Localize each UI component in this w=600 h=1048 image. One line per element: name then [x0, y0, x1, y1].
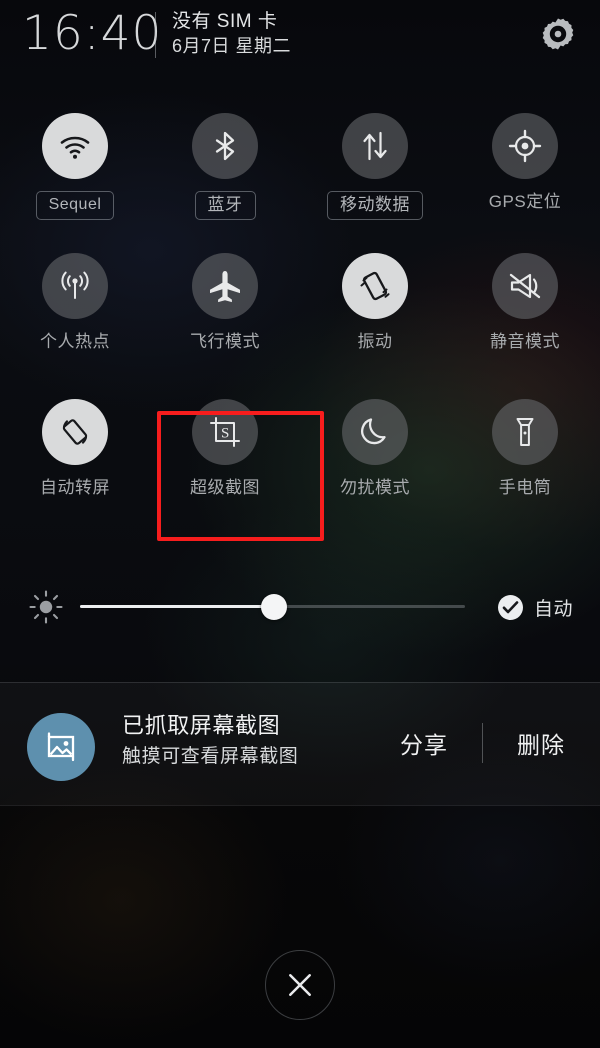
toggle-do-not-disturb[interactable]: 勿扰模式	[300, 396, 450, 536]
close-panel-button[interactable]	[265, 950, 335, 1020]
toggle-silent-circle[interactable]	[492, 253, 558, 319]
toggle-bluetooth-circle[interactable]	[192, 113, 258, 179]
flashlight-icon	[516, 418, 534, 446]
toggle-bluetooth[interactable]: 蓝牙	[150, 110, 300, 250]
sim-status: 没有 SIM 卡	[172, 11, 278, 32]
close-x-icon	[289, 974, 311, 996]
notification-action-divider	[482, 723, 483, 763]
toggle-silent-label: 静音模式	[490, 332, 560, 351]
toggle-flashlight-circle[interactable]	[492, 399, 558, 465]
toggle-hotspot[interactable]: 个人热点	[0, 250, 150, 396]
toggle-hotspot-label: 个人热点	[40, 332, 110, 351]
toggle-gps-label: GPS定位	[488, 192, 562, 211]
image-screenshot-icon	[47, 732, 75, 762]
toggle-airplane[interactable]: 飞行模式	[150, 250, 300, 396]
toggle-super-screenshot-label: 超级截图	[190, 478, 260, 497]
vibrate-icon	[360, 271, 390, 301]
toggle-mobile-data[interactable]: 移动数据	[300, 110, 450, 250]
airplane-icon	[210, 271, 240, 303]
bluetooth-icon	[215, 131, 235, 161]
toggle-row: 自动转屏 S 超级截图 勿扰模式 手电筒	[0, 396, 600, 536]
notification-subtitle: 触摸可查看屏幕截图	[122, 746, 299, 767]
quick-settings-panel: 16:40 没有 SIM 卡 6月7日 星期二 Sequel 蓝牙 移动数据 G…	[0, 0, 600, 1048]
brightness-slider-thumb[interactable]	[261, 594, 287, 620]
toggle-gps-circle[interactable]	[492, 113, 558, 179]
check-circle-icon	[498, 595, 523, 620]
toggle-auto-rotate[interactable]: 自动转屏	[0, 396, 150, 536]
notification-share-button[interactable]: 分享	[398, 722, 450, 764]
clock: 16:40	[22, 6, 163, 61]
toggle-airplane-circle[interactable]	[192, 253, 258, 319]
toggle-do-not-disturb-label: 勿扰模式	[340, 478, 410, 497]
toggle-vibrate-circle[interactable]	[342, 253, 408, 319]
toggle-grid: Sequel 蓝牙 移动数据 GPS定位 个人热点 飞行模式 振动 静音模式 自…	[0, 110, 600, 536]
toggle-flashlight-label: 手电筒	[498, 478, 552, 497]
notification-title: 已抓取屏幕截图	[122, 713, 281, 738]
notification-text: 已抓取屏幕截图 触摸可查看屏幕截图	[122, 710, 298, 772]
brightness-slider-fill	[80, 605, 265, 608]
hotspot-icon	[61, 271, 89, 299]
toggle-super-screenshot-circle[interactable]: S	[192, 399, 258, 465]
auto-rotate-icon	[62, 419, 88, 445]
notification-icon-wrap	[27, 713, 95, 781]
toggle-super-screenshot[interactable]: S 超级截图	[150, 396, 300, 536]
toggle-do-not-disturb-circle[interactable]	[342, 399, 408, 465]
settings-button[interactable]	[536, 12, 580, 56]
toggle-silent[interactable]: 静音模式	[450, 250, 600, 396]
toggle-wifi[interactable]: Sequel	[0, 110, 150, 250]
status-header: 16:40 没有 SIM 卡 6月7日 星期二	[0, 0, 600, 78]
brightness-row: 自动	[0, 580, 600, 632]
toggle-bluetooth-label: 蓝牙	[194, 191, 256, 220]
toggle-airplane-label: 飞行模式	[190, 332, 260, 351]
toggle-gps[interactable]: GPS定位	[450, 110, 600, 250]
notification-actions: 分享 删除	[398, 722, 567, 764]
notification-delete-button[interactable]: 删除	[515, 722, 567, 764]
toggle-mobile-data-circle[interactable]	[342, 113, 408, 179]
auto-brightness-label: 自动	[534, 599, 574, 620]
toggle-hotspot-circle[interactable]	[42, 253, 108, 319]
toggle-mobile-data-label: 移动数据	[327, 191, 423, 220]
toggle-wifi-label: Sequel	[35, 191, 115, 220]
mute-icon	[509, 273, 541, 299]
date-label: 6月7日 星期二	[172, 36, 292, 56]
svg-text:S: S	[221, 426, 229, 442]
mobile-data-icon	[363, 131, 387, 161]
toggle-vibrate[interactable]: 振动	[300, 250, 450, 396]
toggle-row: Sequel 蓝牙 移动数据 GPS定位	[0, 110, 600, 250]
toggle-wifi-circle[interactable]	[42, 113, 108, 179]
toggle-flashlight[interactable]: 手电筒	[450, 396, 600, 536]
toggle-row: 个人热点 飞行模式 振动 静音模式	[0, 250, 600, 396]
screenshot-crop-icon: S	[210, 417, 240, 447]
toggle-auto-rotate-circle[interactable]	[42, 399, 108, 465]
brightness-sun-icon	[28, 589, 64, 625]
toggle-auto-rotate-label: 自动转屏	[40, 478, 110, 497]
header-divider	[155, 12, 156, 58]
toggle-vibrate-label: 振动	[357, 332, 393, 351]
notification-divider-bottom	[0, 805, 600, 806]
header-info: 没有 SIM 卡 6月7日 星期二	[172, 9, 291, 59]
wifi-icon	[60, 136, 90, 159]
gps-icon	[508, 129, 542, 163]
moon-icon	[361, 418, 386, 445]
gear-icon	[542, 18, 574, 50]
auto-brightness-toggle[interactable]: 自动	[498, 594, 573, 621]
